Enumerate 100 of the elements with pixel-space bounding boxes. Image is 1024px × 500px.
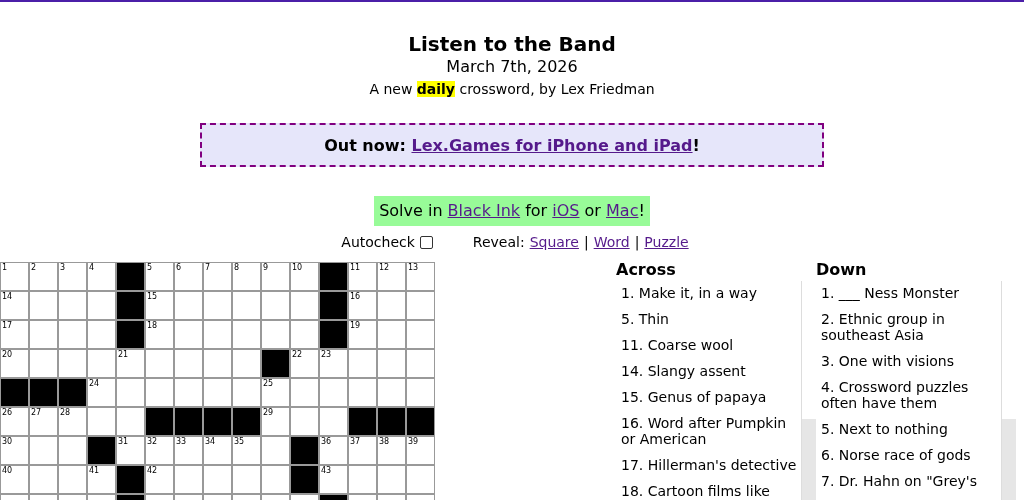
grid-square[interactable] xyxy=(88,350,115,377)
grid-square[interactable]: 29 xyxy=(262,408,289,435)
grid-square[interactable]: 15 xyxy=(146,292,173,319)
grid-square[interactable] xyxy=(233,321,260,348)
grid-square[interactable] xyxy=(175,292,202,319)
reveal-link[interactable]: Puzzle xyxy=(644,234,689,250)
grid-square[interactable]: 38 xyxy=(378,437,405,464)
clue-item[interactable]: 18. Cartoon films like xyxy=(621,481,802,500)
grid-square[interactable]: 6 xyxy=(175,263,202,290)
reveal-link[interactable]: Word xyxy=(593,234,630,250)
grid-square[interactable] xyxy=(59,466,86,493)
grid-square[interactable] xyxy=(407,466,434,493)
grid-square[interactable] xyxy=(59,292,86,319)
grid-square[interactable] xyxy=(30,437,57,464)
clue-item[interactable]: 2. Ethnic group in southeast Asia xyxy=(821,309,1002,351)
grid-square[interactable]: 20 xyxy=(1,350,28,377)
app-link[interactable]: iOS xyxy=(552,201,580,220)
grid-square[interactable] xyxy=(204,466,231,493)
app-link[interactable]: Mac xyxy=(606,201,639,220)
grid-square[interactable] xyxy=(378,379,405,406)
grid-square[interactable]: 33 xyxy=(175,437,202,464)
grid-square[interactable]: 14 xyxy=(1,292,28,319)
grid-square[interactable] xyxy=(175,379,202,406)
grid-square[interactable] xyxy=(378,350,405,377)
clue-item[interactable]: 15. Genus of papaya xyxy=(621,387,802,413)
clue-item[interactable]: 5. Thin xyxy=(621,309,802,335)
grid-square[interactable] xyxy=(88,292,115,319)
grid-square[interactable]: 5 xyxy=(146,263,173,290)
grid-square[interactable] xyxy=(349,466,376,493)
grid-square[interactable]: 18 xyxy=(146,321,173,348)
clue-item[interactable]: 6. Norse race of gods xyxy=(821,445,1002,471)
grid-square[interactable]: 36 xyxy=(320,437,347,464)
clue-item[interactable]: 1. ___ Ness Monster xyxy=(821,283,1002,309)
grid-square[interactable]: 1 xyxy=(1,263,28,290)
grid-square[interactable]: 39 xyxy=(407,437,434,464)
grid-square[interactable]: 24 xyxy=(88,379,115,406)
grid-square[interactable]: 11 xyxy=(349,263,376,290)
grid-square[interactable]: 23 xyxy=(320,350,347,377)
grid-square[interactable]: 34 xyxy=(204,437,231,464)
app-link[interactable]: Lex.Games for iPhone and iPad xyxy=(411,135,693,155)
grid-square[interactable] xyxy=(233,350,260,377)
grid-square[interactable] xyxy=(30,350,57,377)
grid-square[interactable] xyxy=(291,292,318,319)
grid-square[interactable]: 37 xyxy=(349,437,376,464)
grid-square[interactable]: 26 xyxy=(1,408,28,435)
clue-item[interactable]: 17. Hillerman's detective xyxy=(621,455,802,481)
grid-square[interactable] xyxy=(378,466,405,493)
clue-item[interactable]: 5. Next to nothing xyxy=(821,419,1002,445)
grid-square[interactable] xyxy=(88,321,115,348)
grid-square[interactable] xyxy=(349,350,376,377)
grid-square[interactable] xyxy=(291,321,318,348)
grid-square[interactable]: 22 xyxy=(291,350,318,377)
grid-square[interactable]: 3 xyxy=(59,263,86,290)
grid-square[interactable] xyxy=(146,379,173,406)
grid-square[interactable] xyxy=(204,321,231,348)
grid-square[interactable] xyxy=(233,379,260,406)
grid-square[interactable]: 30 xyxy=(1,437,28,464)
clue-item[interactable]: 4. Crossword puzzles often have them xyxy=(821,377,1002,419)
clue-item[interactable]: 1. Make it, in a way xyxy=(621,283,802,309)
autocheck-checkbox[interactable] xyxy=(419,235,433,249)
grid-square[interactable] xyxy=(59,437,86,464)
grid-square[interactable] xyxy=(262,437,289,464)
clue-item[interactable]: 14. Slangy assent xyxy=(621,361,802,387)
grid-square[interactable] xyxy=(30,321,57,348)
grid-square[interactable] xyxy=(320,408,347,435)
grid-square[interactable]: 2 xyxy=(30,263,57,290)
grid-square[interactable] xyxy=(407,350,434,377)
clue-item[interactable]: 16. Word after Pumpkin or American xyxy=(621,413,802,455)
grid-square[interactable]: 4 xyxy=(88,263,115,290)
grid-square[interactable] xyxy=(233,466,260,493)
grid-square[interactable] xyxy=(378,321,405,348)
grid-square[interactable]: 10 xyxy=(291,263,318,290)
grid-square[interactable] xyxy=(378,292,405,319)
grid-square[interactable] xyxy=(204,292,231,319)
grid-square[interactable]: 8 xyxy=(233,263,260,290)
grid-square[interactable] xyxy=(175,321,202,348)
grid-square[interactable] xyxy=(407,379,434,406)
grid-square[interactable]: 16 xyxy=(349,292,376,319)
grid-square[interactable]: 17 xyxy=(1,321,28,348)
grid-square[interactable] xyxy=(146,350,173,377)
grid-square[interactable]: 31 xyxy=(117,437,144,464)
grid-square[interactable]: 27 xyxy=(30,408,57,435)
grid-square[interactable] xyxy=(88,408,115,435)
grid-square[interactable] xyxy=(291,379,318,406)
grid-square[interactable]: 28 xyxy=(59,408,86,435)
grid-square[interactable]: 42 xyxy=(146,466,173,493)
grid-square[interactable] xyxy=(262,466,289,493)
grid-square[interactable] xyxy=(175,466,202,493)
clue-item[interactable]: 11. Coarse wool xyxy=(621,335,802,361)
grid-square[interactable]: 32 xyxy=(146,437,173,464)
grid-square[interactable]: 25 xyxy=(262,379,289,406)
grid-square[interactable] xyxy=(233,292,260,319)
grid-square[interactable] xyxy=(262,292,289,319)
grid-square[interactable] xyxy=(291,408,318,435)
app-link[interactable]: Black Ink xyxy=(447,201,521,220)
grid-square[interactable] xyxy=(204,350,231,377)
grid-square[interactable] xyxy=(407,321,434,348)
grid-square[interactable]: 41 xyxy=(88,466,115,493)
grid-square[interactable] xyxy=(30,292,57,319)
clue-item[interactable]: 7. Dr. Hahn on "Grey's xyxy=(821,471,1002,497)
